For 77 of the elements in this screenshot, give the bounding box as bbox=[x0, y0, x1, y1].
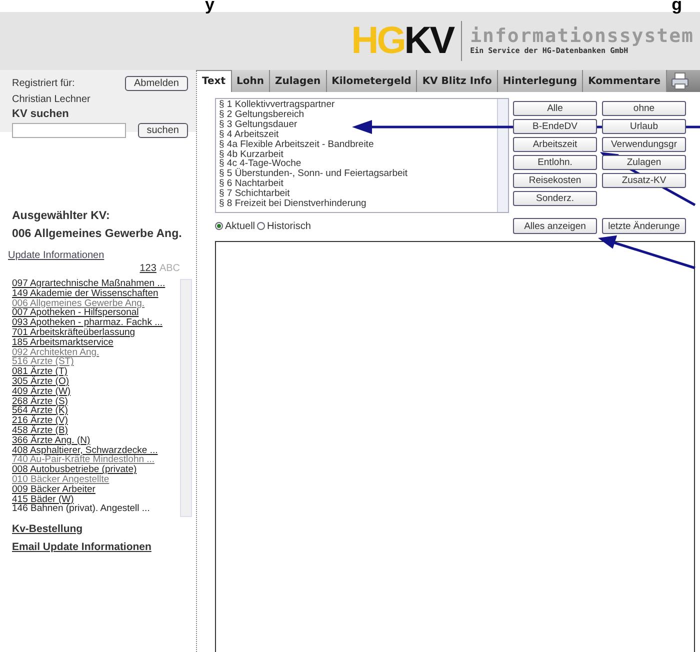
kv-list-item[interactable]: 516 Ärzte (ST) bbox=[12, 357, 74, 368]
tab[interactable]: Kilometergeld bbox=[326, 70, 418, 92]
kv-list-item[interactable]: 093 Apotheken - pharmaz. Fachk ... bbox=[12, 318, 163, 328]
filter-button[interactable]: B-EndeDV bbox=[513, 119, 597, 134]
kv-list-item[interactable]: 092 Architekten Ang. bbox=[12, 348, 100, 358]
paragraph-item[interactable]: § 6 Nachtarbeit bbox=[219, 179, 284, 190]
search-heading: KV suchen bbox=[12, 108, 69, 120]
tab[interactable]: Text bbox=[197, 70, 232, 92]
selected-kv: 006 Allgemeines Gewerbe Ang. bbox=[12, 228, 183, 240]
kv-list-item[interactable]: 564 Ärzte (K) bbox=[12, 406, 68, 416]
logo: HGKV bbox=[351, 22, 454, 60]
kv-list-item[interactable]: 149 Akademie der Wissenschaften bbox=[12, 288, 158, 299]
selected-heading: Ausgewählter KV: bbox=[12, 210, 111, 222]
filter-button[interactable]: Zulagen bbox=[602, 155, 686, 170]
action-button[interactable]: Alles anzeigen bbox=[513, 218, 597, 234]
paragraph-item[interactable]: § 1 Kollektivvertragspartner bbox=[219, 100, 335, 110]
tab[interactable]: Zulagen bbox=[270, 70, 327, 92]
update-link[interactable]: Update Informationen bbox=[8, 250, 104, 261]
filter-button[interactable]: Sonderz. bbox=[513, 191, 597, 206]
kv-list-item[interactable]: 216 Ärzte (V) bbox=[12, 416, 68, 426]
kv-list-item[interactable]: 268 Ärzte (S) bbox=[12, 396, 68, 406]
printer-icon[interactable] bbox=[670, 72, 689, 90]
filter-button[interactable]: ohne bbox=[602, 101, 686, 116]
email-update-link[interactable]: Email Update Informationen bbox=[12, 541, 152, 553]
filter-button[interactable]: Urlaub bbox=[602, 119, 686, 134]
kv-list-item[interactable]: 009 Bäcker Arbeiter bbox=[12, 484, 96, 495]
heading-fragment: y bbox=[205, 0, 214, 12]
paragraph-item[interactable]: § 2 Geltungsbereich bbox=[219, 110, 304, 120]
paragraph-item[interactable]: § 4b Kurzarbeit bbox=[219, 150, 284, 160]
kv-list-item[interactable]: 007 Apotheken - Hilfspersonal bbox=[12, 308, 139, 318]
search-button[interactable]: suchen bbox=[138, 123, 188, 138]
filter-button[interactable]: Zusatz-KV bbox=[602, 173, 686, 188]
sort-option[interactable]: 123 bbox=[140, 263, 156, 274]
kv-list-item[interactable]: 097 Agrartechnische Maßnahmen ... bbox=[12, 279, 166, 289]
kv-list-item[interactable]: 409 Ärzte (W) bbox=[12, 386, 71, 397]
paragraph-item[interactable]: § 4c 4-Tage-Woche bbox=[219, 159, 302, 170]
paragraph-item[interactable]: § 4a Flexible Arbeitszeit - Bandbreite bbox=[219, 140, 374, 150]
paragraph-item[interactable]: § 8 Freizeit bei Dienstverhinderung bbox=[219, 199, 366, 209]
kv-list-item[interactable]: 081 Ärzte (T) bbox=[12, 367, 68, 377]
kv-list-item[interactable]: 740 Au-Pair-Kräfte Mindestlohn ... bbox=[12, 455, 155, 466]
paragraph-item[interactable]: § 4 Arbeitszeit bbox=[219, 130, 279, 140]
tab[interactable]: Lohn bbox=[232, 70, 270, 92]
user-name: Christian Lechner bbox=[12, 94, 90, 105]
heading-fragment: g bbox=[672, 0, 682, 12]
kv-list-item[interactable]: 415 Bäder (W) bbox=[12, 494, 74, 504]
paragraph-item[interactable]: § 5 Überstunden-, Sonn- und Feiertagsarbeit bbox=[219, 169, 408, 180]
kv-list-item[interactable]: 305 Ärzte (O) bbox=[12, 376, 70, 387]
filter-button[interactable]: Alle bbox=[513, 101, 597, 116]
filter-button[interactable]: Entlohn. bbox=[513, 155, 597, 170]
order-link[interactable]: Kv-Bestellung bbox=[12, 523, 83, 535]
filter-button[interactable]: Verwendungsgr bbox=[602, 137, 686, 152]
tab[interactable]: Hinterlegung bbox=[498, 70, 584, 92]
scrollbar[interactable] bbox=[497, 99, 508, 212]
kv-list-item[interactable]: 458 Ärzte (B) bbox=[12, 426, 68, 436]
paragraph-item[interactable]: § 3 Geltungsdauer bbox=[219, 120, 298, 130]
radio-option[interactable]: Historisch bbox=[257, 220, 311, 232]
tab[interactable]: KV Blitz Info bbox=[417, 70, 498, 92]
radio-option[interactable]: Aktuell bbox=[215, 220, 256, 232]
kv-list-item[interactable]: 006 Allgemeines Gewerbe Ang. bbox=[12, 298, 145, 308]
kv-list-item[interactable]: 008 Autobusbetriebe (private) bbox=[12, 465, 137, 475]
paragraph-item[interactable]: § 7 Schichtarbeit bbox=[219, 189, 290, 200]
tab[interactable]: Kommentare bbox=[583, 70, 667, 92]
kv-list-item[interactable]: 010 Bäcker Angestellte bbox=[12, 474, 110, 485]
kv-list-item[interactable]: 185 Arbeitsmarktservice bbox=[12, 338, 114, 348]
registered-label: Registriert für: bbox=[12, 78, 75, 89]
action-button[interactable]: letzte Änderunge bbox=[602, 218, 686, 234]
kv-list-item[interactable]: 408 Asphaltierer, Schwarzdecke ... bbox=[12, 446, 158, 456]
scrollbar[interactable] bbox=[180, 279, 192, 517]
filter-button[interactable]: Arbeitszeit bbox=[513, 137, 597, 152]
kv-list-item[interactable]: 146 Bahnen (privat). Angestell ... bbox=[12, 504, 150, 514]
paragraph-list[interactable] bbox=[215, 98, 509, 213]
search-field[interactable] bbox=[12, 123, 126, 138]
kv-list-item[interactable]: 366 Ärzte Ang. (N) bbox=[12, 436, 90, 446]
kv-list-item[interactable]: 701 Arbeitskräfteüberlassung bbox=[12, 328, 136, 338]
logout-button[interactable]: Abmelden bbox=[124, 76, 188, 91]
filter-button[interactable]: Reisekosten bbox=[513, 173, 597, 188]
product-name: informationssystem bbox=[470, 27, 694, 46]
